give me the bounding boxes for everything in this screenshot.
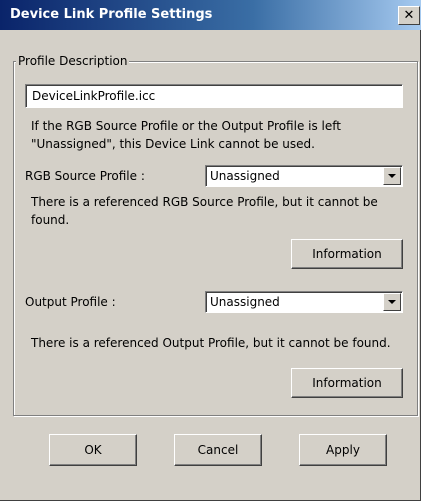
apply-button[interactable]: Apply — [299, 434, 387, 466]
unassigned-note: If the RGB Source Profile or the Output … — [31, 117, 341, 153]
cancel-button[interactable]: Cancel — [174, 434, 262, 466]
close-icon: ✕ — [403, 8, 415, 23]
unassigned-note-line2: "Unassigned", this Device Link cannot be… — [31, 137, 315, 151]
rgb-source-warning-line1: There is a referenced RGB Source Profile… — [31, 195, 378, 209]
rgb-source-select[interactable]: Unassigned — [205, 165, 403, 187]
title-bar[interactable]: Device Link Profile Settings ✕ — [0, 0, 421, 30]
output-profile-warning: There is a referenced Output Profile, bu… — [31, 336, 391, 350]
unassigned-note-line1: If the RGB Source Profile or the Output … — [31, 119, 341, 133]
output-profile-label: Output Profile : — [25, 295, 116, 309]
chevron-down-icon[interactable] — [383, 167, 401, 185]
group-legend: Profile Description — [16, 54, 130, 68]
device-link-dialog: Device Link Profile Settings ✕ Profile D… — [0, 0, 421, 501]
output-profile-select[interactable]: Unassigned — [205, 291, 403, 313]
rgb-source-warning: There is a referenced RGB Source Profile… — [31, 193, 378, 229]
close-button[interactable]: ✕ — [398, 6, 420, 25]
rgb-source-label: RGB Source Profile : — [25, 169, 145, 183]
output-information-button[interactable]: Information — [291, 368, 403, 398]
description-field[interactable]: DeviceLinkProfile.icc — [25, 84, 403, 108]
rgb-source-value: Unassigned — [210, 169, 280, 183]
output-profile-value: Unassigned — [210, 295, 280, 309]
rgb-source-warning-line2: found. — [31, 213, 70, 227]
rgb-information-button[interactable]: Information — [291, 239, 403, 269]
window-title: Device Link Profile Settings — [10, 7, 213, 22]
chevron-down-icon[interactable] — [383, 293, 401, 311]
ok-button[interactable]: OK — [49, 434, 137, 466]
